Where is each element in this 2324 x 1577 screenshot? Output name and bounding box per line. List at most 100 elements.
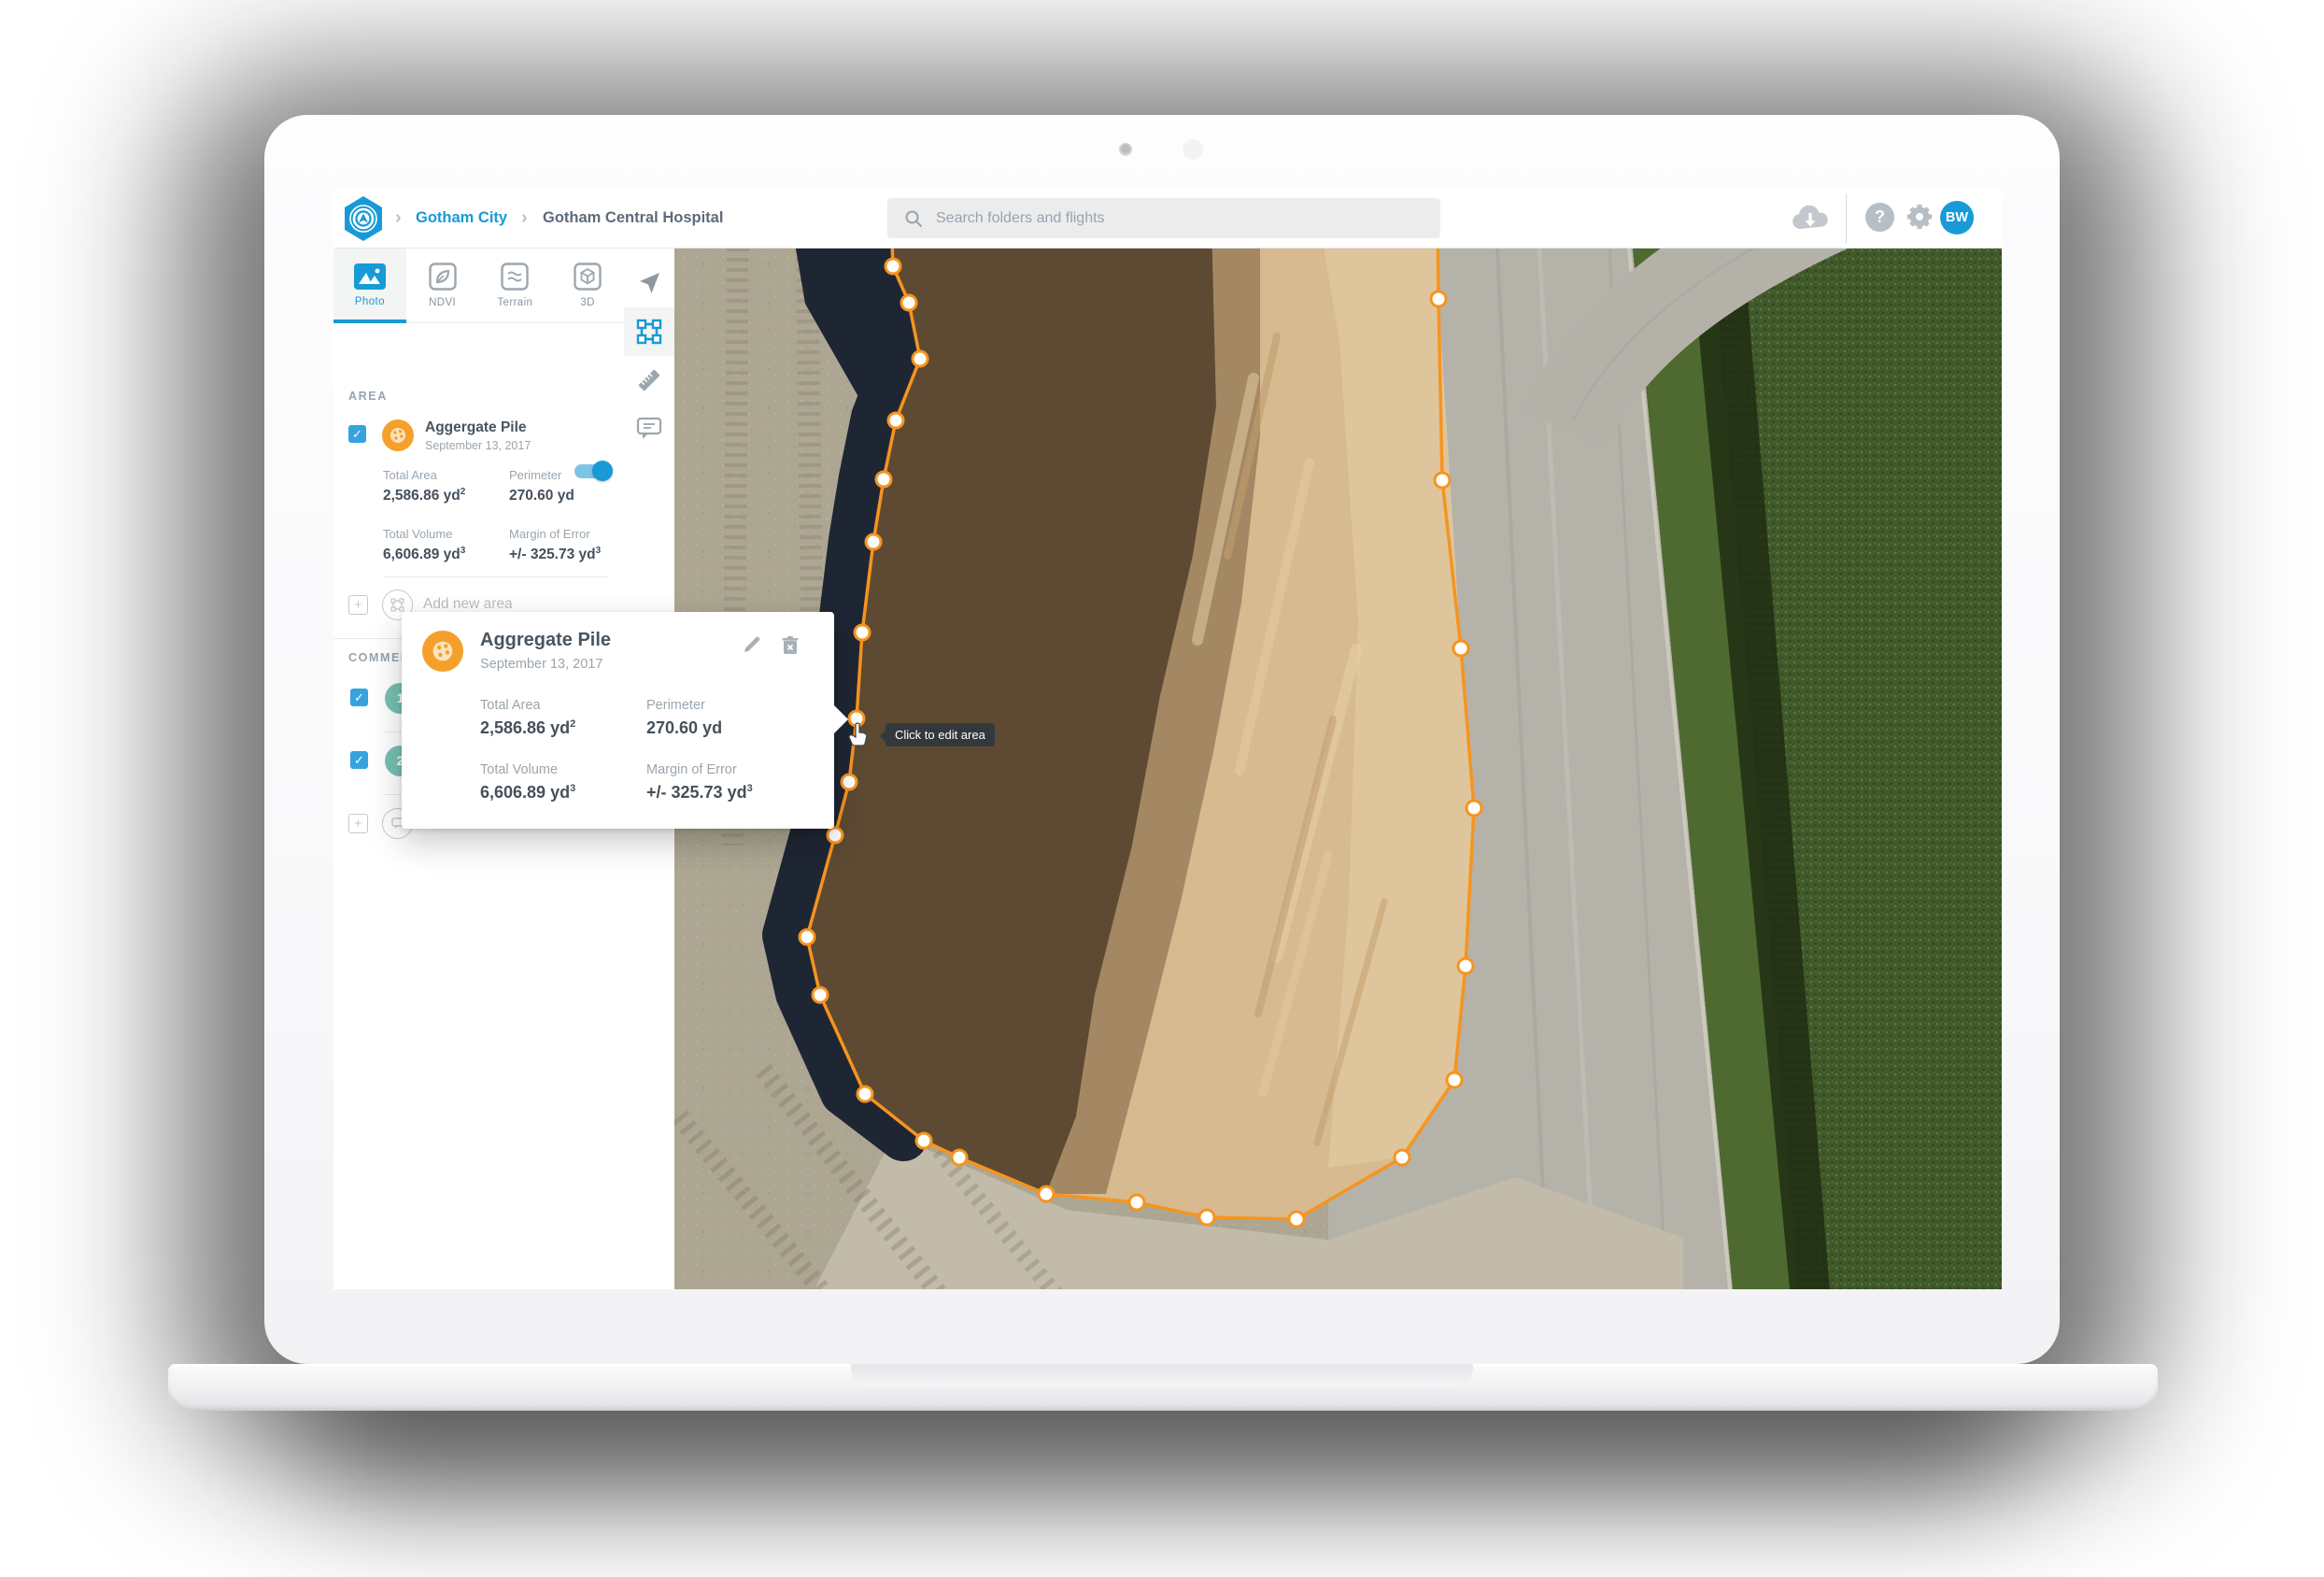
polygon-vertex-handle[interactable] (1431, 291, 1446, 306)
aerial-orthomosaic (674, 248, 2002, 1289)
polygon-vertex-handle[interactable] (1435, 473, 1450, 488)
polygon-vertex-handle[interactable] (1447, 1073, 1462, 1087)
polygon-vertex-handle[interactable] (916, 1133, 931, 1148)
polygon-vertex-handle[interactable] (857, 1087, 872, 1101)
polygon-select-icon (636, 319, 662, 345)
area-item-checkbox[interactable]: ✓ (348, 425, 366, 443)
polygon-vertex-handle[interactable] (813, 987, 828, 1002)
add-new-area-label: Add new area (423, 596, 513, 613)
polygon-vertex-handle[interactable] (901, 295, 916, 310)
comment-tool-button[interactable] (624, 405, 674, 453)
tab-3d-label: 3D (580, 297, 595, 308)
polygon-vertex-handle[interactable] (1289, 1212, 1304, 1227)
laptop-bezel: › Gotham City › Gotham Central Hospital (264, 115, 2060, 1364)
stat-margin-of-error: Margin of Error +/- 325.73 yd3 (509, 527, 612, 563)
area-section-header: AREA (348, 388, 388, 405)
stat-perimeter: Perimeter 270.60 yd (509, 468, 612, 504)
plus-icon: + (348, 595, 368, 615)
drone-logo-icon (343, 195, 384, 242)
polygon-vertex-handle[interactable] (828, 828, 843, 843)
polygon-vertex-handle[interactable] (1458, 959, 1473, 973)
app-logo[interactable] (343, 195, 384, 242)
polygon-mini-icon (390, 598, 404, 612)
tab-photo-label: Photo (355, 296, 385, 307)
comment-2-checkbox[interactable]: ✓ (350, 751, 368, 769)
stat-value: 2,586.86 yd (480, 718, 570, 737)
settings-button[interactable] (1905, 202, 1934, 236)
avatar-initials: BW (1946, 210, 1968, 225)
export-button[interactable] (1791, 205, 1832, 237)
polygon-vertex-handle[interactable] (855, 625, 870, 640)
area-tool-button[interactable] (624, 307, 674, 356)
stat-margin-of-error: Margin of Error +/- 325.73 yd3 (646, 762, 816, 803)
pile-palette-icon (431, 639, 455, 663)
area-item-title[interactable]: Aggergate Pile (425, 419, 527, 436)
polygon-vertex-handle[interactable] (1453, 641, 1468, 656)
polygon-vertex-handle[interactable] (800, 930, 815, 945)
tab-ndvi-label: NDVI (429, 297, 456, 308)
polygon-vertex-handle[interactable] (866, 534, 881, 549)
stat-label: Margin of Error (646, 762, 816, 777)
photo-icon (354, 263, 386, 290)
popup-stats: Total Area 2,586.86 yd2 Perimeter 270.60… (480, 698, 816, 803)
add-comment-button[interactable]: + (348, 814, 368, 833)
polygon-vertex-handle[interactable] (842, 774, 857, 789)
tab-terrain[interactable]: Terrain (479, 248, 552, 322)
stat-total-volume: Total Volume 6,606.89 yd3 (480, 762, 646, 803)
terrain-waves-icon (501, 263, 529, 291)
search-input[interactable] (934, 209, 1405, 228)
popup-date: September 13, 2017 (480, 657, 602, 672)
gear-icon (1905, 202, 1934, 232)
help-icon: ? (1875, 207, 1885, 227)
area-stats: Total Area 2,586.86 yd2 Perimeter 270.60… (383, 468, 612, 563)
breadcrumb-folder-link[interactable]: Gotham City (416, 209, 507, 227)
stat-total-volume: Total Volume 6,606.89 yd3 (383, 527, 509, 563)
breadcrumb-chevron-icon: › (521, 207, 528, 229)
comment-1-checkbox[interactable]: ✓ (350, 689, 368, 706)
cube-3d-icon (574, 263, 602, 291)
polygon-vertex-handle[interactable] (1395, 1150, 1410, 1165)
search-bar[interactable] (887, 198, 1440, 238)
polygon-vertex-handle[interactable] (913, 351, 928, 366)
stat-label: Total Area (480, 698, 646, 713)
polygon-vertex-handle[interactable] (1199, 1210, 1214, 1225)
area-item-date: September 13, 2017 (425, 439, 531, 452)
tab-terrain-label: Terrain (497, 297, 532, 308)
ndvi-leaf-icon (429, 263, 457, 291)
polygon-vertex-handle[interactable] (1129, 1195, 1144, 1210)
polygon-vertex-handle[interactable] (888, 413, 903, 428)
stat-value: +/- 325.73 yd (646, 783, 747, 802)
polygon-vertex-handle[interactable] (886, 259, 900, 274)
popup-badge (422, 631, 463, 672)
polygon-vertex-handle[interactable] (952, 1150, 967, 1165)
laptop-mic-dot (1183, 139, 1203, 160)
tab-ndvi[interactable]: NDVI (406, 248, 479, 322)
area-item-badge (382, 419, 414, 451)
navigation-arrow-icon (637, 271, 661, 295)
polygon-vertex-handle[interactable] (876, 472, 891, 487)
laptop-camera-dot (1119, 143, 1132, 156)
top-bar: › Gotham City › Gotham Central Hospital (333, 190, 2002, 249)
area-header-label: AREA (348, 390, 388, 403)
help-button[interactable]: ? (1865, 203, 1894, 232)
cloud-download-icon (1791, 205, 1832, 233)
polygon-vertex-handle[interactable] (1039, 1186, 1054, 1201)
search-icon (904, 209, 923, 228)
user-avatar[interactable]: BW (1940, 201, 1974, 234)
edit-area-button[interactable] (742, 634, 762, 660)
stat-label: Perimeter (509, 468, 612, 482)
topbar-divider (1846, 193, 1847, 243)
tab-3d[interactable]: 3D (551, 248, 624, 322)
stat-perimeter: Perimeter 270.60 yd (646, 698, 816, 738)
tab-photo[interactable]: Photo (333, 248, 406, 322)
pan-tool-button[interactable] (624, 259, 674, 307)
delete-area-button[interactable] (781, 635, 800, 661)
measure-tool-button[interactable] (624, 356, 674, 405)
laptop-base (168, 1364, 2158, 1411)
polygon-vertex-handle[interactable] (1467, 801, 1481, 816)
stat-total-area: Total Area 2,586.86 yd2 (480, 698, 646, 738)
map-viewport[interactable]: Click to edit area (674, 248, 2002, 1289)
pencil-icon (742, 634, 762, 655)
stat-label: Margin of Error (509, 527, 612, 541)
stat-label: Total Volume (480, 762, 646, 777)
